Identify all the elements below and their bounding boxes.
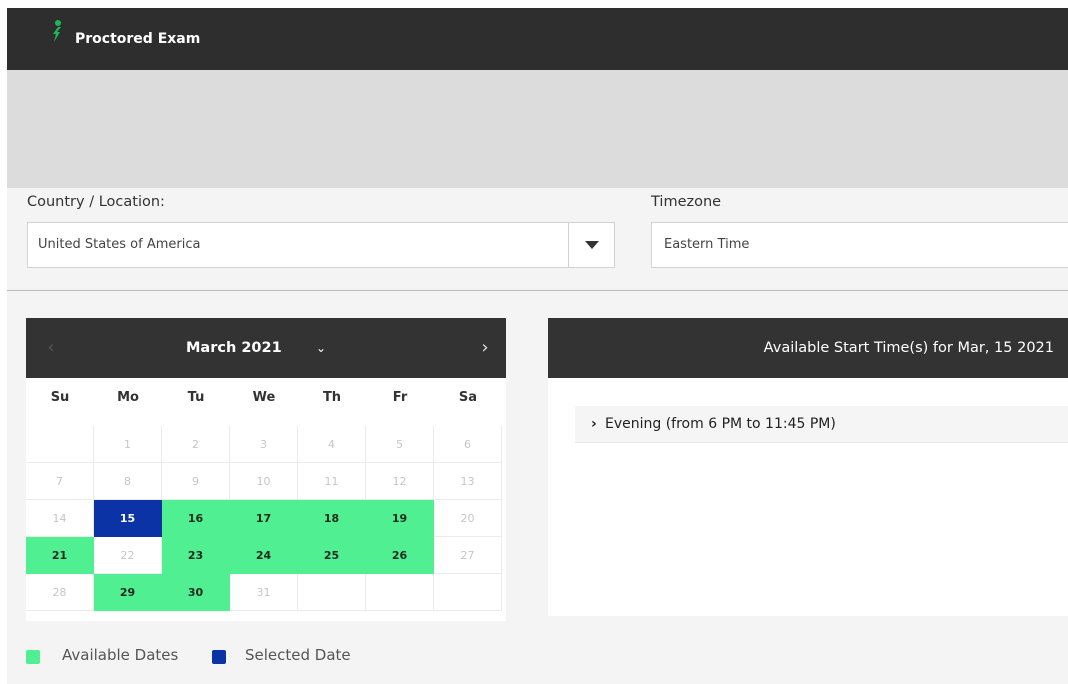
weekday-header: Sa [458, 390, 478, 405]
calendar-empty-cell [434, 574, 502, 611]
start-times-title: Available Start Time(s) for Mar, 15 2021 [763, 340, 1054, 356]
calendar-day: 10 [230, 463, 298, 500]
calendar-day[interactable]: 25 [298, 537, 366, 574]
weekday-header: Mo [117, 390, 139, 405]
calendar-day: 20 [434, 500, 502, 537]
chevron-right-icon[interactable]: › [470, 318, 500, 378]
location-select[interactable]: United States of America [27, 222, 615, 268]
weekday-header-row: Su Mo Tu We Th Fr Sa [26, 390, 506, 414]
time-slot-evening[interactable]: › Evening (from 6 PM to 11:45 PM) [575, 406, 1068, 443]
calendar-day[interactable]: 29 [94, 574, 162, 611]
calendar-day: 8 [94, 463, 162, 500]
selected-legend-swatch [212, 650, 226, 664]
calendar-day: 22 [94, 537, 162, 574]
calendar-day: 9 [162, 463, 230, 500]
chevron-left-icon[interactable]: ‹ [36, 318, 66, 378]
calendar-day: 31 [230, 574, 298, 611]
calendar-day: 12 [366, 463, 434, 500]
time-slot-label: Evening (from 6 PM to 11:45 PM) [605, 416, 836, 432]
weekday-header: Th [322, 390, 342, 405]
available-legend-swatch [26, 650, 40, 664]
divider [7, 290, 1068, 291]
calendar-empty-cell [298, 574, 366, 611]
calendar-empty-cell [26, 426, 94, 463]
calendar-day: 4 [298, 426, 366, 463]
calendar-day[interactable]: 30 [162, 574, 230, 611]
calendar-day: 27 [434, 537, 502, 574]
weekday-header: Su [50, 390, 70, 405]
calendar-day: 5 [366, 426, 434, 463]
calendar-day: 6 [434, 426, 502, 463]
weekday-header: Tu [187, 390, 205, 405]
weekday-header: We [252, 390, 276, 405]
calendar-day: 14 [26, 500, 94, 537]
calendar-day[interactable]: 23 [162, 537, 230, 574]
chevron-down-icon[interactable]: ⌄ [316, 318, 326, 378]
chevron-right-icon: › [591, 416, 597, 432]
timezone-label: Timezone [651, 194, 722, 210]
location-label: Country / Location: [27, 194, 165, 210]
page: Proctored Exam Country / Location: Unite… [7, 8, 1068, 684]
top-bar: Proctored Exam [7, 8, 1068, 70]
location-dropdown-button[interactable] [568, 223, 614, 267]
banner [7, 70, 1068, 188]
calendar-day: 1 [94, 426, 162, 463]
available-legend-label: Available Dates [62, 646, 179, 664]
calendar-day: 11 [298, 463, 366, 500]
weekday-header: Fr [392, 390, 408, 405]
calendar-day[interactable]: 17 [230, 500, 298, 537]
triangle-down-icon [584, 241, 599, 249]
calendar-month-label[interactable]: March 2021 [186, 318, 282, 378]
calendar-day[interactable]: 19 [366, 500, 434, 537]
calendar-day[interactable]: 24 [230, 537, 298, 574]
calendar-day: 2 [162, 426, 230, 463]
calendar-day[interactable]: 21 [26, 537, 94, 574]
calendar-day: 13 [434, 463, 502, 500]
timezone-select[interactable]: Eastern Time [651, 222, 1068, 268]
calendar-day[interactable]: 26 [366, 537, 434, 574]
location-value: United States of America [38, 237, 201, 252]
calendar-day: 3 [230, 426, 298, 463]
calendar-empty-cell [366, 574, 434, 611]
leaf-person-icon [53, 20, 61, 42]
calendar-day: 7 [26, 463, 94, 500]
start-times-header: Available Start Time(s) for Mar, 15 2021 [548, 318, 1068, 378]
calendar-day[interactable]: 18 [298, 500, 366, 537]
calendar-day-selected[interactable]: 15 [94, 500, 162, 537]
start-times-panel: Available Start Time(s) for Mar, 15 2021… [548, 318, 1068, 616]
app-title: Proctored Exam [75, 31, 201, 47]
calendar-day: 28 [26, 574, 94, 611]
calendar: ‹ March 2021 ⌄ › Su Mo Tu We Th Fr Sa 12345678… [26, 318, 506, 621]
selected-legend-label: Selected Date [245, 646, 351, 664]
timezone-value: Eastern Time [664, 237, 750, 252]
calendar-day[interactable]: 16 [162, 500, 230, 537]
calendar-header: ‹ March 2021 ⌄ › [26, 318, 506, 378]
